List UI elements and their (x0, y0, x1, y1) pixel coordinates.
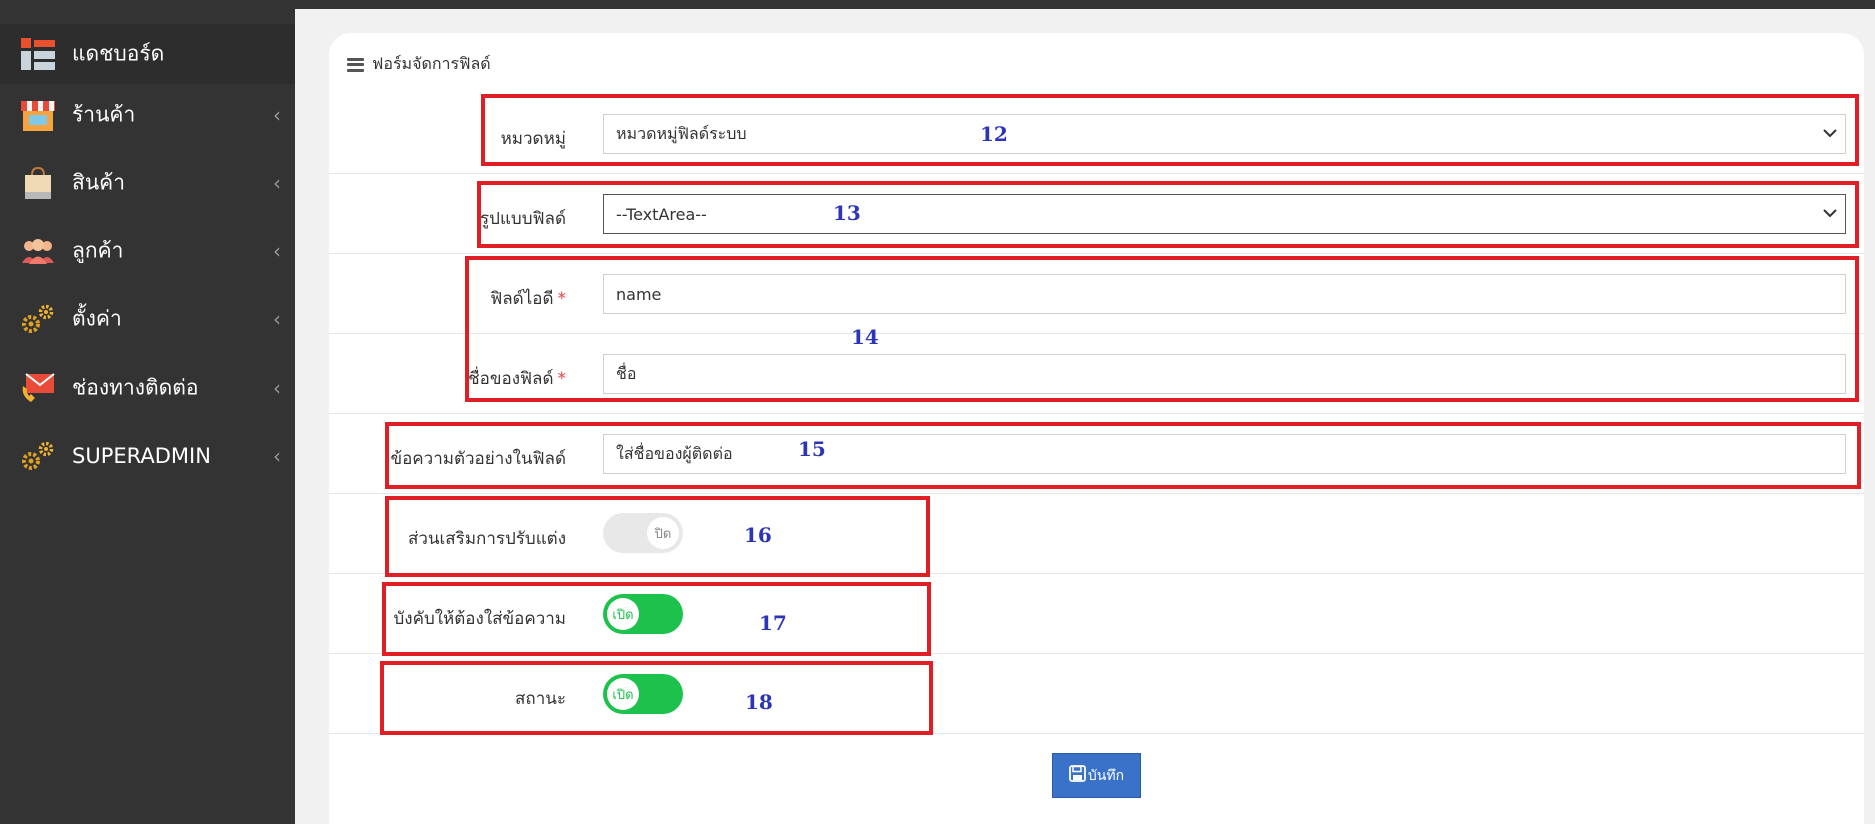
annotation-box (385, 422, 1861, 489)
gears-icon (20, 438, 56, 474)
annotation-number: 14 (851, 325, 879, 349)
floppy-disk-icon (1069, 765, 1086, 786)
row-divider (329, 173, 1864, 174)
annotation-box (380, 661, 933, 735)
annotation-number: 17 (759, 611, 787, 635)
chevron-left-icon: ‹ (273, 103, 281, 127)
row-divider (329, 413, 1864, 414)
save-button[interactable]: บันทึก (1052, 753, 1141, 798)
chevron-left-icon: ‹ (273, 444, 281, 468)
annotation-number: 12 (980, 122, 1008, 146)
annotation-number: 15 (798, 437, 826, 461)
customers-icon (20, 233, 56, 269)
annotation-box (385, 496, 930, 577)
sidebar-item-label: ช่องทางติดต่อ (72, 375, 199, 400)
sidebar-item-label: ตั้งค่า (72, 306, 122, 331)
row-divider (329, 493, 1864, 494)
dashboard-icon (20, 36, 56, 72)
chevron-left-icon: ‹ (273, 376, 281, 400)
chevron-left-icon: ‹ (273, 171, 281, 195)
annotation-box (465, 256, 1859, 402)
sidebar-item-label: ลูกค้า (72, 238, 124, 263)
sidebar-item-label: ร้านค้า (72, 102, 136, 127)
sidebar-item-products[interactable]: สินค้า ‹ (0, 153, 295, 213)
store-icon (20, 97, 56, 133)
annotation-number: 13 (833, 201, 861, 225)
chevron-left-icon: ‹ (273, 307, 281, 331)
sidebar-item-dashboard[interactable]: แดชบอร์ด (0, 24, 295, 84)
form-header: ฟอร์มจัดการฟิลด์ (347, 52, 491, 77)
chevron-left-icon: ‹ (273, 239, 281, 263)
menu-icon (347, 57, 364, 72)
annotation-box (481, 94, 1859, 166)
annotation-number: 18 (745, 690, 773, 714)
annotation-box (382, 582, 931, 656)
sidebar-item-label: สินค้า (72, 170, 126, 195)
sidebar-item-label: แดชบอร์ด (72, 41, 165, 66)
row-divider (329, 253, 1864, 254)
form-title: ฟอร์มจัดการฟิลด์ (372, 54, 491, 73)
top-bar (0, 0, 1875, 9)
sidebar-item-settings[interactable]: ตั้งค่า ‹ (0, 289, 295, 349)
sidebar: แดชบอร์ด ร้านค้า ‹ สินค้า ‹ ลูกค้า ‹ ตั้… (0, 9, 295, 824)
sidebar-item-label: SUPERADMIN (72, 444, 211, 468)
sidebar-item-store[interactable]: ร้านค้า ‹ (0, 85, 295, 145)
gears-icon (20, 301, 56, 337)
annotation-number: 16 (744, 523, 772, 547)
annotation-box (477, 181, 1859, 248)
save-button-label: บันทึก (1087, 767, 1125, 784)
sidebar-item-superadmin[interactable]: SUPERADMIN ‹ (0, 426, 295, 486)
sidebar-item-customers[interactable]: ลูกค้า ‹ (0, 221, 295, 281)
sidebar-item-contact[interactable]: ช่องทางติดต่อ ‹ (0, 358, 295, 418)
contact-icon (20, 370, 56, 406)
shopping-bag-icon (20, 165, 56, 201)
